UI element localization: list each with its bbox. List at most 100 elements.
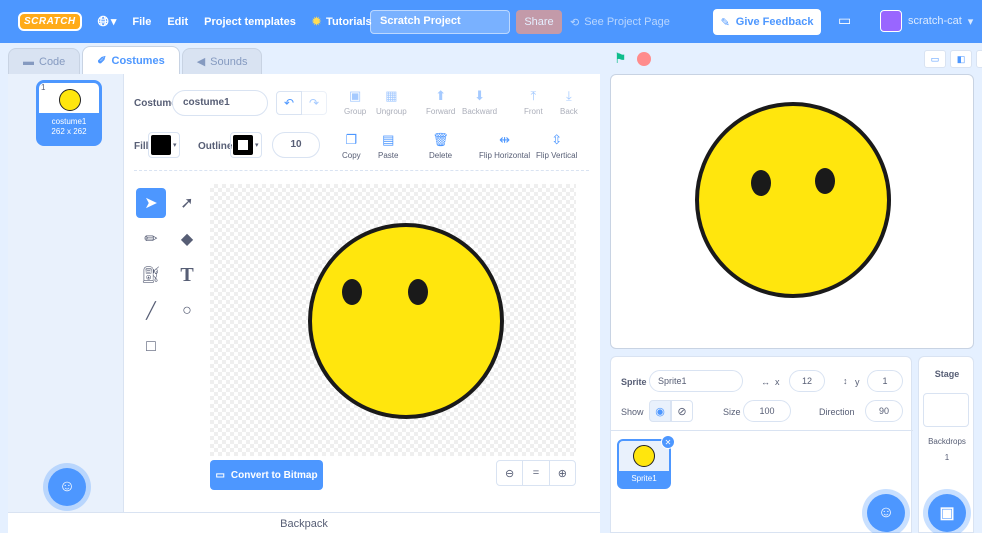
costume-name-input[interactable]: costume1: [172, 90, 268, 116]
outline-width-input[interactable]: 10: [272, 132, 320, 158]
sprite-label: Sprite: [621, 377, 647, 387]
stage-canvas: [695, 102, 891, 298]
small-stage-button[interactable]: ▭: [924, 50, 946, 68]
code-icon: ▬: [23, 55, 34, 68]
brush-icon: ✏: [144, 231, 158, 248]
stage-selector[interactable]: Stage Backdrops 1 ▣: [918, 356, 974, 533]
share-button[interactable]: Share: [516, 10, 562, 34]
redo-button[interactable]: ↷: [301, 91, 327, 115]
costume-tile-label: costume1 262 x 262: [39, 113, 99, 143]
flip-vertical-icon: ⇳: [551, 132, 563, 147]
fill-color-picker[interactable]: ▾: [148, 132, 180, 158]
normal-stage-button[interactable]: ◧: [950, 50, 972, 68]
front-label: Front: [524, 107, 543, 116]
line-icon: ╱: [146, 303, 156, 320]
show-visible-button[interactable]: ◉: [649, 400, 671, 422]
undo-icon: ↶: [283, 96, 295, 110]
eraser-tool[interactable]: ◆: [172, 224, 202, 254]
y-input[interactable]: 1: [867, 370, 903, 392]
paint-editor: Costume costume1 ↶ ↷ ▣ Group ▦ Ungroup ⬆ Fo…: [124, 74, 600, 512]
convert-to-bitmap-button[interactable]: ▭ Convert to Bitmap: [210, 460, 323, 490]
zoom-in-button[interactable]: ⊕: [550, 461, 575, 485]
stop-icon[interactable]: [637, 52, 651, 66]
backpack-bar[interactable]: Backpack: [8, 512, 600, 533]
costume-number: 1: [41, 83, 46, 92]
front-button[interactable]: ⤒ Front: [524, 88, 543, 116]
stage[interactable]: [610, 74, 974, 349]
ungroup-icon: ▦: [385, 88, 398, 103]
stage-left-eye: [751, 170, 771, 196]
fullscreen-button[interactable]: ⤢: [976, 50, 982, 68]
zoom-out-button[interactable]: ⊖: [497, 461, 524, 485]
choose-sprite-button[interactable]: ☺: [867, 494, 905, 532]
reshape-tool[interactable]: ➚: [172, 188, 202, 218]
costume-list: 1 costume1 262 x 262 ☺: [8, 74, 124, 512]
my-stuff-folder-icon[interactable]: ▭: [838, 12, 851, 29]
trash-icon: 🗑︎: [432, 132, 449, 147]
show-hidden-button[interactable]: ⊘: [671, 400, 693, 422]
rectangle-tool[interactable]: □: [136, 332, 166, 362]
edit-menu[interactable]: Edit: [159, 0, 196, 43]
paint-canvas[interactable]: [210, 184, 576, 456]
tutorials-button[interactable]: ✹ Tutorials: [304, 0, 380, 43]
forward-button[interactable]: ⬆ Forward: [426, 88, 455, 116]
group-button[interactable]: ▣ Group: [344, 88, 366, 116]
sprite-tile[interactable]: Sprite1 ✕: [617, 435, 675, 489]
tab-costumes[interactable]: ✐ Costumes: [82, 46, 180, 74]
delete-button[interactable]: 🗑︎ Delete: [429, 132, 452, 160]
username: scratch-cat: [908, 15, 962, 27]
size-input[interactable]: 100: [743, 400, 791, 422]
project-templates-menu[interactable]: Project templates: [196, 0, 304, 43]
scratch-logo[interactable]: SCRATCH: [0, 0, 90, 43]
sprite-tile-name: Sprite1: [619, 471, 669, 487]
select-tool[interactable]: ➤: [136, 188, 166, 218]
flip-horizontal-button[interactable]: ⇹ Flip Horizontal: [479, 132, 530, 160]
y-label: y: [855, 377, 860, 387]
tab-label: Sounds: [210, 55, 248, 68]
costume-tile[interactable]: 1 costume1 262 x 262: [36, 80, 102, 146]
green-flag-icon[interactable]: ⚑: [614, 50, 627, 67]
flip-vertical-button[interactable]: ⇳ Flip Vertical: [536, 132, 577, 160]
x-label: x: [775, 377, 780, 387]
right-eye[interactable]: [408, 279, 428, 305]
tab-sounds[interactable]: ◀︎ Sounds: [181, 48, 263, 74]
ungroup-button[interactable]: ▦ Ungroup: [376, 88, 407, 116]
delete-sprite-icon[interactable]: ✕: [661, 435, 675, 449]
text-tool[interactable]: T: [172, 260, 202, 290]
stage-sprite[interactable]: [695, 102, 891, 298]
arrow-cursor-icon: ➤: [144, 195, 158, 212]
tab-code[interactable]: ▬ Code: [8, 48, 81, 74]
paste-button[interactable]: ▤ Paste: [378, 132, 398, 160]
stage-title: Stage: [934, 369, 960, 379]
backward-button[interactable]: ⬇ Backward: [462, 88, 497, 116]
brush-tool[interactable]: ✏: [136, 224, 166, 254]
avatar: [880, 10, 902, 32]
fill-label: Fill: [134, 141, 149, 152]
language-menu[interactable]: 🌐︎ ▾: [90, 0, 125, 43]
left-eye[interactable]: [342, 279, 362, 305]
project-title-input[interactable]: Scratch Project: [370, 10, 510, 34]
undo-button[interactable]: ↶: [276, 91, 302, 115]
sprite-name-input[interactable]: Sprite1: [649, 370, 743, 392]
account-menu[interactable]: scratch-cat ▾: [880, 10, 973, 32]
choose-costume-button[interactable]: ☺: [48, 468, 86, 506]
file-menu[interactable]: File: [124, 0, 159, 43]
brush-icon: ✐: [97, 55, 107, 67]
copy-icon: ❐: [345, 132, 358, 147]
circle-tool[interactable]: ○: [172, 296, 202, 326]
line-tool[interactable]: ╱: [136, 296, 166, 326]
fill-tool[interactable]: ⛽︎: [136, 260, 166, 290]
front-icon: ⤒: [530, 88, 537, 103]
back-button[interactable]: ⤓ Back: [560, 88, 578, 116]
outline-color-picker[interactable]: ▾: [230, 132, 262, 158]
x-input[interactable]: 12: [789, 370, 825, 392]
see-project-page-button[interactable]: ⟲ See Project Page: [570, 10, 670, 34]
give-feedback-button[interactable]: ✎ Give Feedback: [713, 9, 821, 35]
zoom-reset-button[interactable]: =: [523, 461, 550, 485]
direction-input[interactable]: 90: [865, 400, 903, 422]
stage-right-eye: [815, 168, 835, 194]
choose-backdrop-button[interactable]: ▣: [928, 494, 966, 532]
smiley-face[interactable]: [308, 223, 504, 419]
copy-button[interactable]: ❐ Copy: [342, 132, 361, 160]
circle-icon: ○: [182, 302, 192, 319]
